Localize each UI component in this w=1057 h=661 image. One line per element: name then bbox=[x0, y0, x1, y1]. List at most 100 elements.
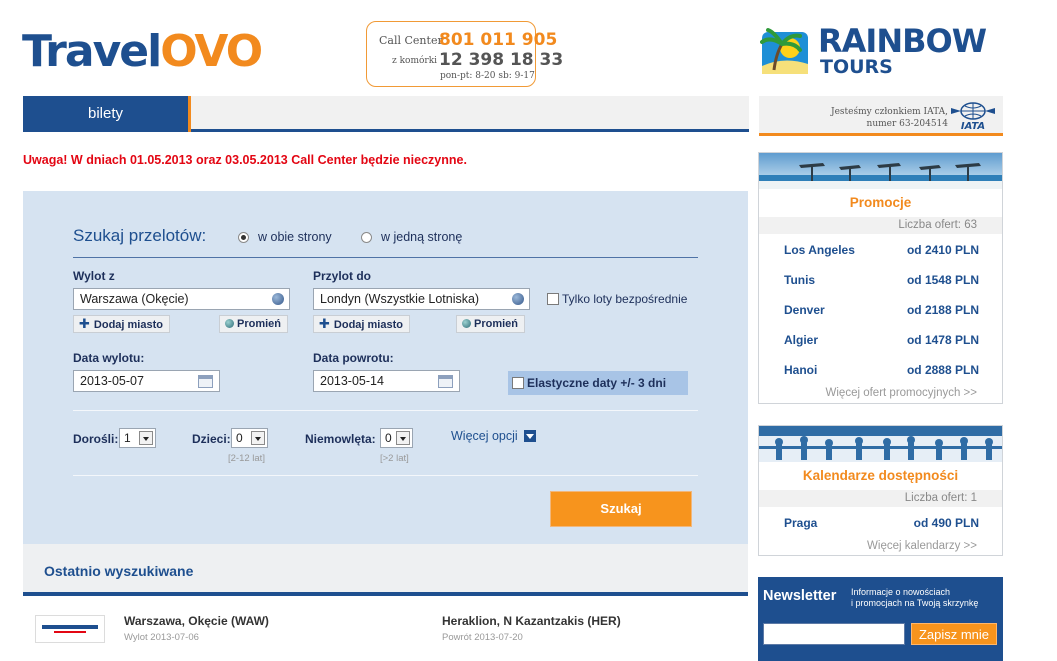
infants-value: 0 bbox=[385, 431, 392, 445]
mobile-number: 12 398 18 33 bbox=[439, 50, 564, 70]
globe-icon[interactable] bbox=[512, 293, 524, 305]
direct-only-box[interactable] bbox=[547, 293, 559, 305]
calendar-city[interactable]: Praga bbox=[784, 516, 817, 530]
promo-row[interactable]: Los Angeles od 2410 PLN bbox=[784, 243, 979, 257]
promotions-panel: Promocje Liczba ofert: 63 Los Angeles od … bbox=[758, 152, 1003, 404]
calendar-price[interactable]: 490 PLN bbox=[932, 516, 979, 530]
direct-only-checkbox[interactable]: Tylko loty bezpośrednie bbox=[547, 292, 687, 306]
newsletter-text-line1: Informacje o nowościach bbox=[851, 587, 951, 597]
promo-price[interactable]: od 1548 PLN bbox=[907, 273, 979, 287]
promo-city[interactable]: Algier bbox=[784, 333, 818, 347]
promo-row[interactable]: Hanoi od 2888 PLN bbox=[784, 363, 979, 377]
promotions-count: Liczba ofert: 63 bbox=[898, 219, 977, 231]
recent-searches-title: Ostatnio wyszukiwane bbox=[44, 563, 194, 579]
infants-select[interactable]: 0 bbox=[380, 428, 413, 448]
from-label: Wylot z bbox=[73, 269, 115, 283]
chevron-down-icon[interactable] bbox=[251, 431, 265, 445]
promo-row[interactable]: Tunis od 1548 PLN bbox=[784, 273, 979, 287]
promo-city[interactable]: Denver bbox=[784, 303, 825, 317]
promo-city[interactable]: Hanoi bbox=[784, 363, 817, 377]
promo-city[interactable]: Los Angeles bbox=[784, 243, 855, 257]
logo-travel-text: Travel bbox=[22, 26, 162, 77]
newsletter-subscribe-button[interactable]: Zapisz mnie bbox=[911, 623, 997, 645]
recent-to[interactable]: Heraklion, N Kazantzakis (HER) bbox=[442, 614, 621, 628]
call-center-label: Call Center bbox=[379, 34, 443, 47]
add-city-button-to[interactable]: ✚ Dodaj miasto bbox=[313, 315, 410, 333]
promo-price[interactable]: od 2888 PLN bbox=[907, 363, 979, 377]
radius-label: Promień bbox=[237, 318, 282, 330]
newsletter-email-input[interactable] bbox=[763, 623, 905, 645]
expand-icon[interactable] bbox=[523, 430, 536, 442]
recent-return-date: Powrót 2013-07-20 bbox=[442, 632, 523, 643]
radius-icon bbox=[462, 319, 471, 328]
newsletter-box: Newsletter Informacje o nowościach i pro… bbox=[758, 577, 1003, 661]
flexible-dates-box: Elastyczne daty +/- 3 dni bbox=[508, 371, 688, 395]
more-calendars-link[interactable]: Więcej kalendarzy >> bbox=[867, 540, 977, 552]
promo-city[interactable]: Tunis bbox=[784, 273, 815, 287]
iata-membership-box: Jesteśmy członkiem IATA, numer 63-204514… bbox=[759, 96, 1003, 136]
calendar-icon[interactable] bbox=[198, 375, 213, 388]
children-hint: [2-12 lat] bbox=[228, 453, 265, 464]
promo-row[interactable]: Algier od 1478 PLN bbox=[784, 333, 979, 347]
add-city-label: Dodaj miasto bbox=[333, 319, 403, 331]
return-label: Data powrotu: bbox=[313, 351, 394, 365]
promo-price[interactable]: od 2188 PLN bbox=[907, 303, 979, 317]
radio-round-trip-dot[interactable] bbox=[238, 231, 249, 243]
recent-depart-date: Wylot 2013-07-06 bbox=[124, 632, 199, 643]
direct-only-label[interactable]: Tylko loty bezpośrednie bbox=[562, 292, 687, 306]
radius-button-to[interactable]: Promień bbox=[456, 315, 526, 333]
radio-round-trip-label[interactable]: w obie strony bbox=[258, 230, 332, 244]
return-date-input[interactable]: 2013-05-14 bbox=[313, 370, 460, 392]
flight-search-panel: Szukaj przelotów: w obie strony w jedną … bbox=[23, 191, 748, 544]
rainbow-name: RAINBOW bbox=[818, 22, 987, 60]
flexible-dates-checkbox[interactable]: Elastyczne daty +/- 3 dni bbox=[512, 376, 666, 390]
rainbow-tours-logo[interactable]: RAINBOW TOURS bbox=[760, 24, 1010, 80]
children-label: Dzieci: bbox=[192, 432, 231, 446]
promo-price[interactable]: od 1478 PLN bbox=[907, 333, 979, 347]
iata-number: numer 63-204514 bbox=[866, 119, 948, 129]
radius-button-from[interactable]: Promień bbox=[219, 315, 289, 333]
children-select[interactable]: 0 bbox=[231, 428, 268, 448]
radius-label: Promień bbox=[474, 318, 519, 330]
adults-select[interactable]: 1 bbox=[119, 428, 156, 448]
recent-search-row[interactable]: Warszawa, Okęcie (WAW) Wylot 2013-07-06 … bbox=[23, 601, 748, 661]
airport-image bbox=[759, 426, 1002, 462]
recent-from[interactable]: Warszawa, Okęcie (WAW) bbox=[124, 614, 269, 628]
to-input[interactable]: Londyn (Wszystkie Lotniska) bbox=[313, 288, 530, 310]
radius-icon bbox=[225, 319, 234, 328]
more-options-label[interactable]: Więcej opcji bbox=[451, 429, 518, 443]
promo-row[interactable]: Denver od 2188 PLN bbox=[784, 303, 979, 317]
add-city-button-from[interactable]: ✚ Dodaj miasto bbox=[73, 315, 170, 333]
promotions-title[interactable]: Promocje bbox=[759, 195, 1002, 210]
promo-price[interactable]: od 2410 PLN bbox=[907, 243, 979, 257]
adults-label: Dorośli: bbox=[73, 432, 119, 446]
chevron-down-icon[interactable] bbox=[139, 431, 153, 445]
travelovo-logo[interactable]: TravelOVO bbox=[22, 26, 263, 78]
call-center-box: Call Center 801 011 905 z komórki 12 398… bbox=[366, 21, 563, 87]
chevron-down-icon[interactable] bbox=[396, 431, 410, 445]
logo-ovo-text: OVO bbox=[160, 26, 263, 77]
more-promotions-link[interactable]: Więcej ofert promocyjnych >> bbox=[826, 387, 977, 399]
depart-date-input[interactable]: 2013-05-07 bbox=[73, 370, 220, 392]
iata-logo-text: IATA bbox=[961, 121, 985, 130]
calendars-panel: Kalendarze dostępności Liczba ofert: 1 P… bbox=[758, 425, 1003, 556]
newsletter-title: Newsletter bbox=[763, 588, 837, 604]
search-button[interactable]: Szukaj bbox=[550, 491, 692, 527]
mobile-label: z komórki bbox=[392, 56, 438, 66]
calendars-title[interactable]: Kalendarze dostępności bbox=[759, 468, 1002, 483]
from-input[interactable]: Warszawa (Okęcie) bbox=[73, 288, 290, 310]
more-options-link[interactable]: Więcej opcji bbox=[451, 429, 536, 443]
flexible-dates-label[interactable]: Elastyczne daty +/- 3 dni bbox=[527, 376, 666, 390]
infants-label: Niemowlęta: bbox=[305, 432, 376, 446]
calendar-icon[interactable] bbox=[438, 375, 453, 388]
tab-bilety[interactable]: bilety bbox=[23, 96, 191, 132]
main-tabs: bilety bbox=[23, 96, 749, 132]
globe-icon[interactable] bbox=[272, 293, 284, 305]
radio-one-way-dot[interactable] bbox=[361, 231, 372, 243]
calendar-row[interactable]: Praga od 490 PLN bbox=[784, 516, 979, 530]
flexible-dates-box-check[interactable] bbox=[512, 377, 524, 389]
radio-one-way-label[interactable]: w jedną stronę bbox=[381, 230, 462, 244]
recent-searches-header: Ostatnio wyszukiwane bbox=[23, 544, 748, 596]
radio-round-trip[interactable]: w obie strony bbox=[238, 230, 332, 244]
radio-one-way[interactable]: w jedną stronę bbox=[361, 230, 462, 244]
